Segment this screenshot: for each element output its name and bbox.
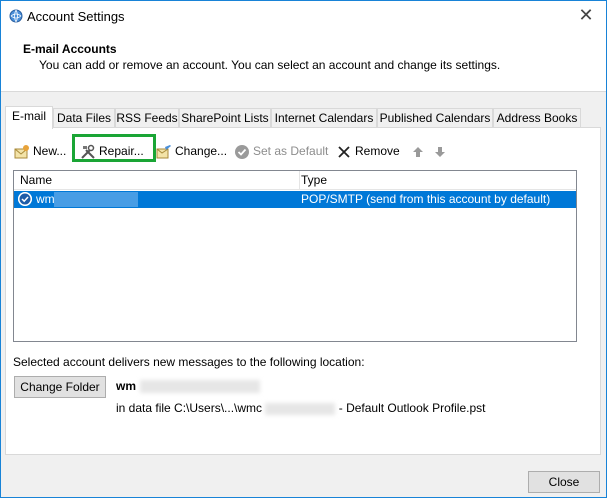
delivery-account-name: wm	[116, 379, 137, 393]
remove-button[interactable]: Remove	[336, 140, 400, 162]
arrow-up-icon	[413, 146, 423, 157]
data-file-path: in data file C:\Users\...\wmc - Default …	[116, 401, 485, 415]
set-as-default-label: Set as Default	[253, 144, 329, 158]
header-divider	[14, 189, 576, 190]
toolbar: New... Repair... Change... Set as Defaul…	[14, 134, 594, 162]
set-as-default-button[interactable]: Set as Default	[234, 140, 328, 162]
tab-rss-feeds[interactable]: RSS Feeds	[115, 108, 179, 128]
change-button[interactable]: Change...	[156, 140, 227, 162]
email-tab-panel: New... Repair... Change... Set as Defaul…	[5, 127, 601, 455]
change-label: Change...	[175, 144, 228, 158]
data-file-suffix: - Default Outlook Profile.pst	[338, 401, 486, 415]
tab-internet-calendars[interactable]: Internet Calendars	[271, 108, 377, 128]
repair-highlight-box	[72, 134, 156, 162]
tab-published-calendars[interactable]: Published Calendars	[377, 108, 493, 128]
account-name: wm	[36, 192, 55, 206]
change-folder-button[interactable]: Change Folder	[14, 376, 106, 398]
redacted-path	[265, 402, 336, 415]
header: E-mail Accounts You can add or remove an…	[1, 32, 606, 92]
new-button[interactable]: New...	[14, 140, 66, 162]
tab-data-files[interactable]: Data Files	[53, 108, 115, 128]
remove-x-icon	[338, 146, 350, 158]
redacted-account-name	[54, 192, 138, 207]
window-title: Account Settings	[27, 9, 125, 24]
change-account-icon	[156, 144, 171, 159]
data-file-prefix: in data file C:\Users\...\wmc	[116, 401, 263, 415]
globe-app-icon	[9, 9, 23, 23]
title-bar: Account Settings ✕	[1, 1, 606, 32]
delivery-location-label: Selected account delivers new messages t…	[13, 355, 365, 369]
check-circle-icon	[235, 144, 249, 159]
tab-email[interactable]: E-mail	[5, 106, 53, 129]
tab-sharepoint-lists[interactable]: SharePoint Lists	[179, 108, 271, 128]
new-account-icon	[14, 144, 29, 159]
remove-label: Remove	[355, 144, 400, 158]
new-label: New...	[33, 144, 67, 158]
move-down-button[interactable]	[432, 140, 451, 162]
close-window-icon[interactable]: ✕	[574, 4, 598, 28]
arrow-down-icon	[435, 146, 445, 157]
tab-address-books[interactable]: Address Books	[493, 108, 581, 128]
default-account-check-icon	[18, 192, 32, 206]
column-header-name[interactable]: Name	[20, 171, 300, 189]
header-title: E-mail Accounts	[23, 42, 117, 56]
accounts-list[interactable]: Name Type wm POP/SMTP (send from this ac…	[13, 170, 577, 342]
column-header-type[interactable]: Type	[301, 171, 576, 189]
account-type: POP/SMTP (send from this account by defa…	[301, 192, 551, 206]
move-up-button[interactable]	[410, 140, 429, 162]
account-settings-window: Account Settings ✕ E-mail Accounts You c…	[0, 0, 607, 498]
account-row[interactable]: wm POP/SMTP (send from this account by d…	[14, 191, 576, 208]
header-subtitle: You can add or remove an account. You ca…	[39, 58, 501, 72]
redacted-delivery-account	[140, 380, 260, 393]
close-button[interactable]: Close	[528, 471, 600, 493]
